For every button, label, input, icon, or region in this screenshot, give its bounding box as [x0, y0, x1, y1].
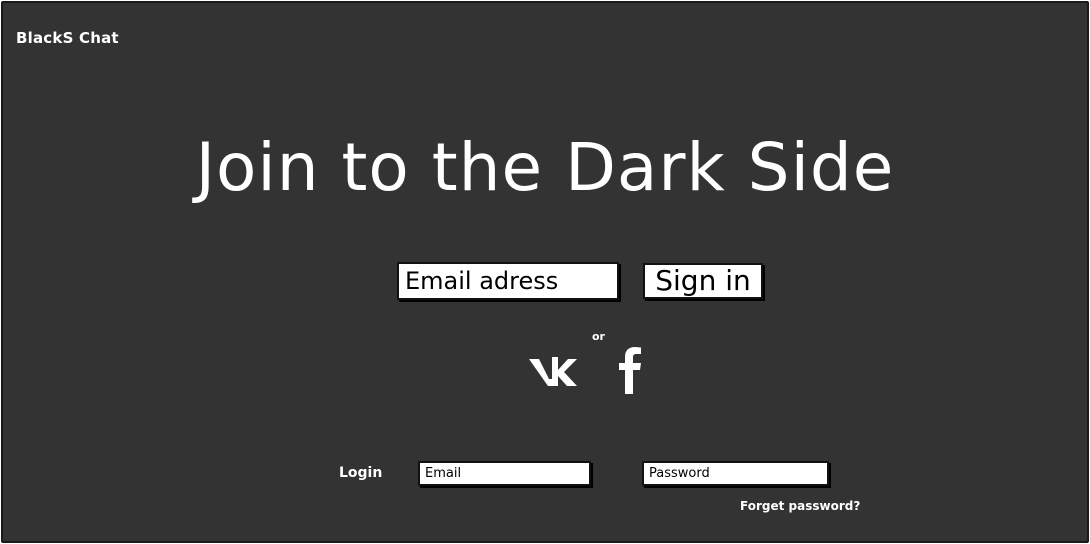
- app-title: BlackS Chat: [16, 29, 119, 47]
- login-email-input[interactable]: [418, 461, 591, 486]
- login-label: Login: [339, 465, 383, 481]
- sign-in-button[interactable]: Sign in: [643, 263, 763, 299]
- hero-headline: Join to the Dark Side: [195, 129, 895, 206]
- vk-icon[interactable]: [528, 355, 578, 389]
- forgot-password-link[interactable]: Forget password?: [740, 499, 860, 513]
- signup-email-input[interactable]: [397, 262, 619, 300]
- login-password-input[interactable]: [642, 461, 829, 486]
- facebook-icon[interactable]: [615, 346, 645, 394]
- or-separator: or: [592, 330, 605, 343]
